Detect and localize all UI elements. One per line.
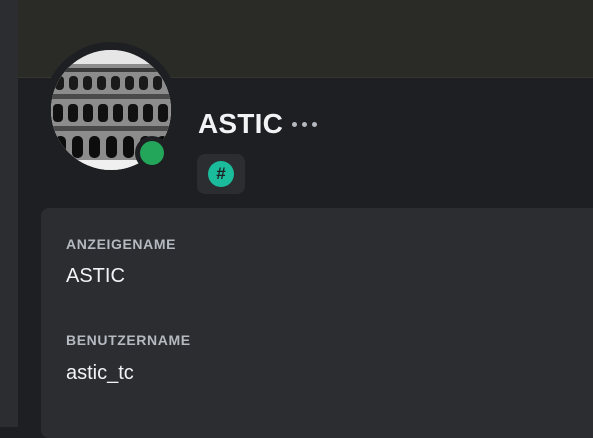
- dot: [312, 121, 317, 127]
- hashtag-icon: #: [208, 161, 234, 187]
- display-name-value: ASTIC: [66, 265, 125, 287]
- dot: [302, 121, 307, 127]
- profile-display-name: ASTIC: [198, 108, 283, 139]
- badge-container[interactable]: #: [197, 154, 245, 194]
- display-name-label: ANZEIGENAME: [66, 236, 177, 252]
- online-status-icon: [140, 141, 164, 165]
- username-label: BENUTZERNAME: [66, 332, 191, 348]
- username-value: astic_tc: [66, 362, 134, 384]
- dot: [292, 121, 297, 127]
- sidebar-strip: [0, 0, 18, 427]
- more-options-icon[interactable]: [292, 116, 328, 132]
